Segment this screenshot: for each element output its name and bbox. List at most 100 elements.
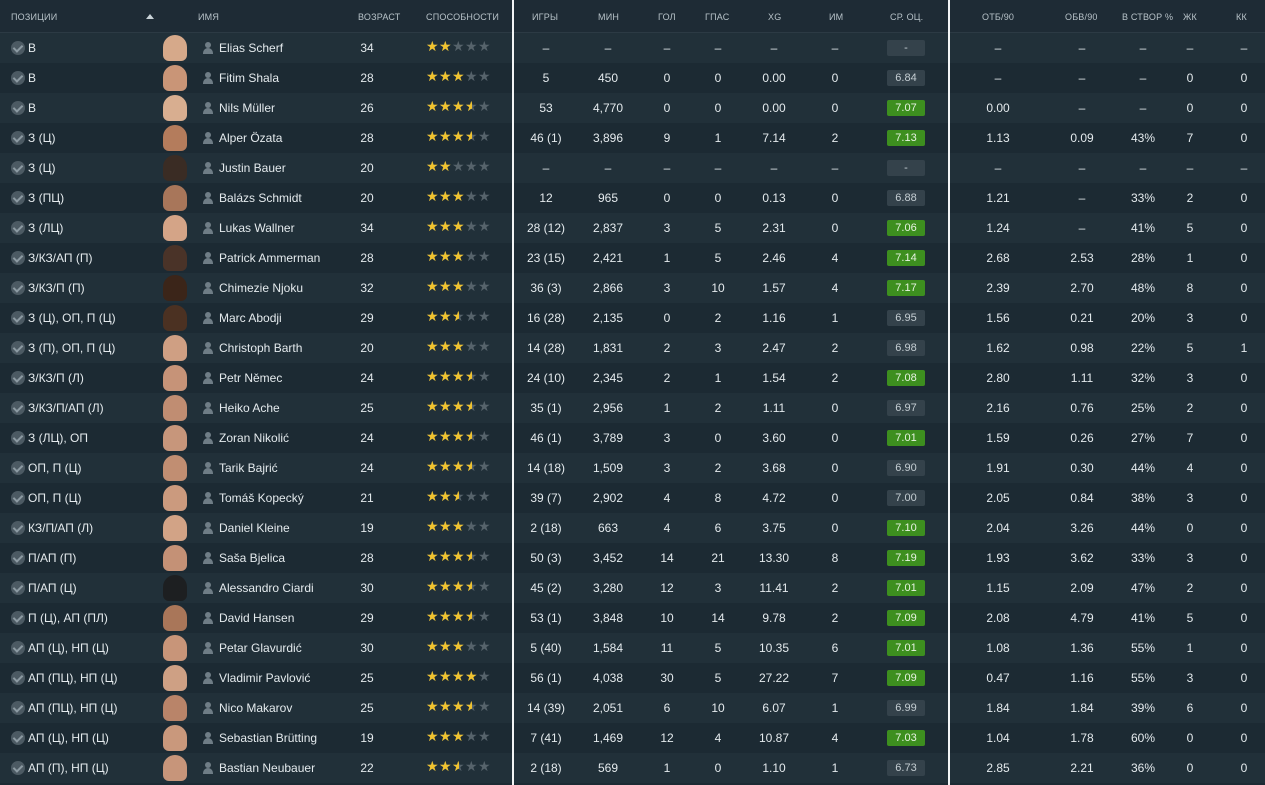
- stat-drb: 0.30: [1070, 461, 1094, 475]
- stat-goals: 1: [663, 401, 671, 415]
- checkmark-icon[interactable]: [11, 611, 25, 625]
- table-row[interactable]: ОП, П (Ц)Tarik Bajrić★★★★★★★★★★2414 (18)…: [0, 453, 1265, 483]
- checkmark-icon[interactable]: [11, 761, 25, 775]
- checkmark-icon[interactable]: [11, 521, 25, 535]
- col-header-red-cards[interactable]: КК: [1236, 12, 1247, 22]
- player-name[interactable]: Alper Özata: [219, 131, 282, 145]
- table-row[interactable]: З (ЛЦ), ОПZoran Nikolić★★★★★★★★★★2446 (1…: [0, 423, 1265, 453]
- player-name[interactable]: Nico Makarov: [219, 701, 292, 715]
- col-header-goals[interactable]: ГОЛ: [658, 12, 676, 22]
- checkmark-icon[interactable]: [11, 161, 25, 175]
- player-silhouette-icon: [202, 102, 214, 114]
- player-name[interactable]: Heiko Ache: [219, 401, 280, 415]
- checkmark-icon[interactable]: [11, 191, 25, 205]
- checkmark-icon[interactable]: [11, 341, 25, 355]
- player-name[interactable]: Marc Abodji: [219, 311, 282, 325]
- stat-pom: 8: [831, 551, 839, 565]
- player-name[interactable]: Balázs Schmidt: [219, 191, 302, 205]
- col-header-age[interactable]: ВОЗРАСТ: [358, 12, 400, 22]
- col-header-ability[interactable]: СПОСОБНОСТИ: [426, 12, 499, 22]
- checkmark-icon[interactable]: [11, 311, 25, 325]
- checkmark-icon[interactable]: [11, 461, 25, 475]
- checkmark-icon[interactable]: [11, 431, 25, 445]
- checkmark-icon[interactable]: [11, 101, 25, 115]
- checkmark-icon[interactable]: [11, 71, 25, 85]
- table-row[interactable]: АП (ПЦ), НП (Ц)Nico Makarov★★★★★★★★★★251…: [0, 693, 1265, 723]
- player-name[interactable]: Alessandro Ciardi: [219, 581, 314, 595]
- player-name[interactable]: Bastian Neubauer: [219, 761, 315, 775]
- sort-ascending-icon[interactable]: [146, 14, 154, 19]
- player-name[interactable]: Tomáš Kopecký: [219, 491, 304, 505]
- table-row[interactable]: П (Ц), АП (ПЛ)David Hansen★★★★★★★★★★2953…: [0, 603, 1265, 633]
- table-row[interactable]: АП (ПЦ), НП (Ц) Vladimir Pavlović ★ ★ ★ ★ ★ ★ ★ ★…: [0, 663, 1265, 693]
- player-name[interactable]: Elias Scherf: [219, 41, 283, 55]
- player-name[interactable]: Sebastian Brütting: [219, 731, 317, 745]
- table-row[interactable]: КЗ/П/АП (Л)Daniel Kleine★★★★★★★★★★192 (1…: [0, 513, 1265, 543]
- player-name[interactable]: Zoran Nikolić: [219, 431, 289, 445]
- stat-tck: 2.68: [986, 251, 1010, 265]
- player-name[interactable]: Tarik Bajrić: [219, 461, 278, 475]
- player-name[interactable]: David Hansen: [219, 611, 294, 625]
- checkmark-icon[interactable]: [11, 701, 25, 715]
- checkmark-icon[interactable]: [11, 551, 25, 565]
- table-row[interactable]: ВFitim Shala★★★★★★★★★★285450000.000–––00…: [0, 63, 1265, 93]
- star-icon: ★★: [465, 219, 478, 235]
- star-icon: ★★: [452, 549, 465, 565]
- checkmark-icon[interactable]: [11, 671, 25, 685]
- table-row[interactable]: З (ПЦ)Balázs Schmidt★★★★★★★★★★2012965000…: [0, 183, 1265, 213]
- player-name[interactable]: Petar Glavurdić: [219, 641, 302, 655]
- checkmark-icon[interactable]: [11, 371, 25, 385]
- player-name[interactable]: Patrick Ammerman: [219, 251, 320, 265]
- player-name[interactable]: Saša Bjelica: [219, 551, 285, 565]
- table-row[interactable]: ВElias Scherf★★★★★★★★★★34–––––––––––-: [0, 33, 1265, 63]
- table-row[interactable]: З/КЗ/П/АП (Л)Heiko Ache★★★★★★★★★★2535 (1…: [0, 393, 1265, 423]
- player-name[interactable]: Nils Müller: [219, 101, 275, 115]
- player-name[interactable]: Lukas Wallner: [219, 221, 295, 235]
- checkmark-icon[interactable]: [11, 41, 25, 55]
- stat-pom: 0: [831, 101, 839, 115]
- player-name[interactable]: Daniel Kleine: [219, 521, 290, 535]
- table-row[interactable]: АП (П), НП (Ц)Bastian Neubauer★★★★★★★★★★…: [0, 753, 1265, 783]
- checkmark-icon[interactable]: [11, 281, 25, 295]
- col-header-xg[interactable]: XG: [768, 12, 781, 22]
- col-header-position[interactable]: ПОЗИЦИИ: [11, 12, 57, 22]
- table-row[interactable]: ОП, П (Ц)Tomáš Kopecký★★★★★★★★★★2139 (7)…: [0, 483, 1265, 513]
- table-row[interactable]: З/КЗ/П (П)Chimezie Njoku★★★★★★★★★★3236 (…: [0, 273, 1265, 303]
- checkmark-icon[interactable]: [11, 251, 25, 265]
- table-row[interactable]: П/АП (П)Saša Bjelica★★★★★★★★★★2850 (3)3,…: [0, 543, 1265, 573]
- table-row[interactable]: З (Ц)Alper Özata★★★★★★★★★★2846 (1)3,8969…: [0, 123, 1265, 153]
- checkmark-icon[interactable]: [11, 401, 25, 415]
- table-row[interactable]: ВNils Müller★★★★★★★★★★26534,770000.0000.…: [0, 93, 1265, 123]
- table-row[interactable]: З/КЗ/П (Л)Petr Němec★★★★★★★★★★2424 (10)2…: [0, 363, 1265, 393]
- table-row[interactable]: З (Ц)Justin Bauer★★★★★★★★★★20–––––––––––…: [0, 153, 1265, 183]
- table-row[interactable]: П/АП (Ц)Alessandro Ciardi★★★★★★★★★★3045 …: [0, 573, 1265, 603]
- col-header-shots-on-target[interactable]: В СТВОР %: [1122, 12, 1173, 22]
- table-row[interactable]: З (ЛЦ)Lukas Wallner★★★★★★★★★★3428 (12)2,…: [0, 213, 1265, 243]
- player-name[interactable]: Vladimir Pavlović: [219, 671, 310, 685]
- col-header-name[interactable]: ИМЯ: [198, 12, 219, 22]
- table-row[interactable]: З/КЗ/АП (П)Patrick Ammerman★★★★★★★★★★282…: [0, 243, 1265, 273]
- col-header-tackles[interactable]: ОТБ/90: [982, 12, 1014, 22]
- checkmark-icon[interactable]: [11, 131, 25, 145]
- col-header-pom[interactable]: ИМ: [829, 12, 843, 22]
- player-name[interactable]: Chimezie Njoku: [219, 281, 303, 295]
- col-header-mins[interactable]: МИН: [598, 12, 619, 22]
- table-row[interactable]: АП (Ц), НП (Ц) Sebastian Brütting ★ ★ ★ ★ ★ ★ ★ ★…: [0, 723, 1265, 753]
- checkmark-icon[interactable]: [11, 221, 25, 235]
- col-header-avg-rating[interactable]: СР. ОЦ.: [890, 12, 923, 22]
- checkmark-icon[interactable]: [11, 581, 25, 595]
- checkmark-icon[interactable]: [11, 731, 25, 745]
- player-name[interactable]: Christoph Barth: [219, 341, 302, 355]
- table-row[interactable]: З (Ц), ОП, П (Ц)Marc Abodji★★★★★★★★★★291…: [0, 303, 1265, 333]
- checkmark-icon[interactable]: [11, 641, 25, 655]
- col-header-dribbles[interactable]: ОБВ/90: [1065, 12, 1098, 22]
- col-header-assists[interactable]: ГПАС: [705, 12, 729, 22]
- table-row[interactable]: АП (Ц), НП (Ц)Petar Glavurdić★★★★★★★★★★3…: [0, 633, 1265, 663]
- checkmark-icon[interactable]: [11, 491, 25, 505]
- table-row[interactable]: З (П), ОП, П (Ц)Christoph Barth★★★★★★★★★…: [0, 333, 1265, 363]
- player-name[interactable]: Petr Němec: [219, 371, 282, 385]
- player-name[interactable]: Fitim Shala: [219, 71, 279, 85]
- col-header-yellow-cards[interactable]: ЖК: [1183, 12, 1197, 22]
- player-name[interactable]: Justin Bauer: [219, 161, 286, 175]
- col-header-apps[interactable]: ИГРЫ: [532, 12, 558, 22]
